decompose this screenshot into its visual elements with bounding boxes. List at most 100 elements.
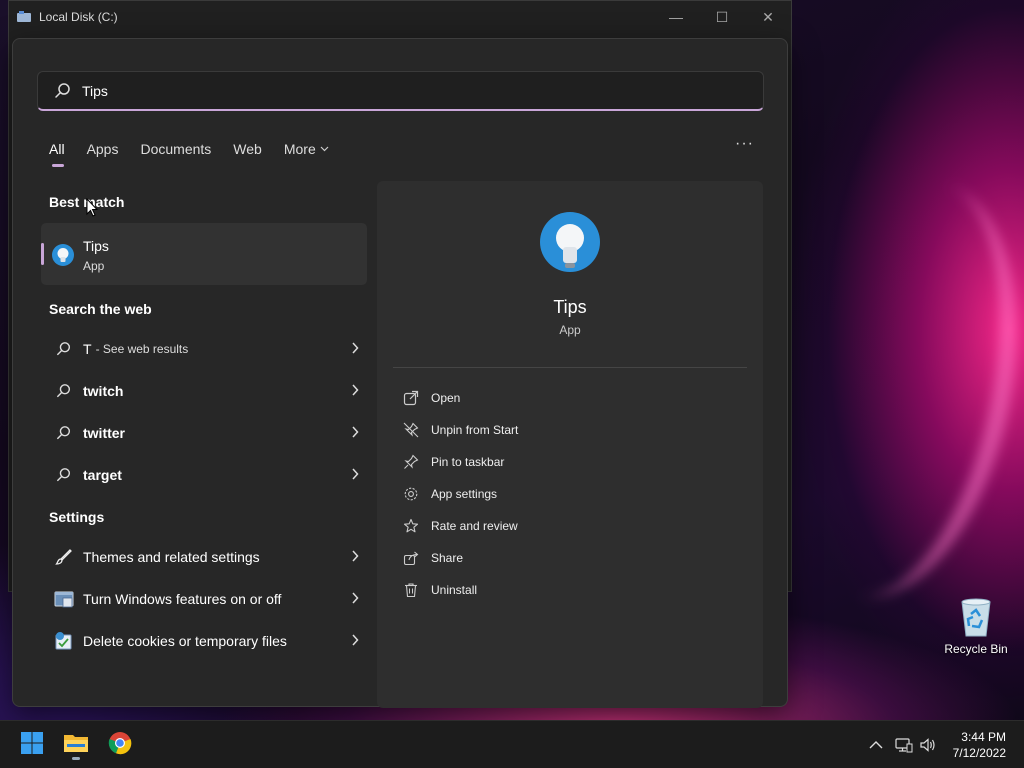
action-unpin-from-start[interactable]: Unpin from Start bbox=[403, 418, 518, 442]
search-icon bbox=[53, 380, 75, 402]
clock-time: 3:44 PM bbox=[961, 730, 1006, 744]
chevron-right-icon bbox=[351, 467, 359, 480]
tab-label: Web bbox=[233, 141, 262, 157]
maximize-button[interactable]: ☐ bbox=[699, 1, 745, 33]
more-options-icon[interactable]: ··· bbox=[735, 135, 754, 153]
best-match-tips[interactable]: Tips App bbox=[41, 223, 367, 285]
settings-result-label: Turn Windows features on or off bbox=[83, 591, 282, 607]
minimize-button[interactable]: — bbox=[653, 1, 699, 33]
search-input[interactable] bbox=[82, 82, 682, 99]
web-result-sub: - See web results bbox=[95, 342, 189, 356]
recycle-bin-icon bbox=[956, 596, 996, 638]
tab-label: Documents bbox=[140, 141, 212, 157]
preview-pane: Tips App Open Unpin from Start Pin to ta… bbox=[377, 181, 763, 708]
web-result-label: twitch bbox=[83, 383, 124, 399]
chevron-right-icon bbox=[351, 341, 359, 354]
settings-result-windows-features[interactable]: Turn Windows features on or off bbox=[49, 581, 367, 617]
share-icon bbox=[403, 550, 419, 566]
divider bbox=[393, 367, 747, 368]
file-explorer-icon bbox=[63, 732, 89, 759]
chevron-right-icon bbox=[351, 425, 359, 438]
recycle-bin[interactable]: Recycle Bin bbox=[940, 596, 1012, 656]
star-icon bbox=[403, 518, 419, 534]
chevron-right-icon bbox=[351, 633, 359, 646]
unpin-icon bbox=[403, 422, 419, 438]
tab-label: All bbox=[49, 141, 65, 157]
tips-lightbulb-icon bbox=[51, 243, 75, 267]
settings-heading: Settings bbox=[49, 509, 105, 525]
action-label: Unpin from Start bbox=[431, 423, 519, 437]
tab-label: Apps bbox=[86, 141, 119, 157]
taskbar-chrome[interactable] bbox=[104, 729, 136, 761]
action-app-settings[interactable]: App settings bbox=[403, 482, 497, 506]
tray-overflow-chevron[interactable] bbox=[866, 735, 886, 755]
trash-icon bbox=[403, 582, 419, 598]
chrome-icon bbox=[108, 731, 132, 760]
pin-icon bbox=[403, 454, 419, 470]
best-match-name: Tips bbox=[83, 238, 109, 254]
volume-icon[interactable] bbox=[918, 735, 938, 755]
search-web-heading: Search the web bbox=[49, 301, 152, 317]
selection-indicator bbox=[41, 243, 44, 265]
tab-label: More bbox=[283, 141, 316, 157]
tab-apps[interactable]: Apps bbox=[87, 137, 119, 161]
action-share[interactable]: Share bbox=[403, 546, 463, 570]
chevron-right-icon bbox=[351, 549, 359, 562]
start-search-panel: All Apps Documents Web More ··· Best mat… bbox=[12, 38, 788, 708]
chevron-right-icon bbox=[351, 383, 359, 396]
taskbar-file-explorer[interactable] bbox=[60, 729, 92, 761]
preview-app-name: Tips bbox=[553, 297, 587, 317]
web-result-twitter[interactable]: twitter bbox=[49, 415, 367, 451]
running-indicator bbox=[72, 757, 80, 760]
tab-web[interactable]: Web bbox=[233, 137, 262, 161]
network-icon[interactable] bbox=[894, 735, 914, 755]
start-button[interactable] bbox=[16, 729, 48, 761]
action-pin-to-taskbar[interactable]: Pin to taskbar bbox=[403, 450, 504, 474]
action-uninstall[interactable]: Uninstall bbox=[403, 578, 477, 602]
chevron-right-icon bbox=[351, 591, 359, 604]
action-label: Open bbox=[431, 391, 461, 405]
settings-result-themes[interactable]: Themes and related settings bbox=[49, 539, 367, 575]
web-result-label: T bbox=[83, 341, 92, 357]
action-label: Uninstall bbox=[431, 583, 478, 597]
web-result-label: twitter bbox=[83, 425, 125, 441]
internet-options-icon bbox=[53, 630, 75, 652]
search-icon bbox=[53, 338, 75, 360]
clock-date: 7/12/2022 bbox=[952, 746, 1006, 760]
window-controls: — ☐ ✕ bbox=[653, 1, 791, 33]
search-icon bbox=[54, 82, 72, 100]
open-icon bbox=[403, 390, 419, 406]
action-label: Share bbox=[431, 551, 464, 565]
search-icon bbox=[53, 422, 75, 444]
close-button[interactable]: ✕ bbox=[745, 1, 791, 33]
preview-app-type: App bbox=[559, 323, 581, 337]
tab-documents[interactable]: Documents bbox=[140, 137, 211, 161]
tab-all[interactable]: All bbox=[49, 137, 65, 167]
search-filter-tabs: All Apps Documents Web More bbox=[49, 137, 351, 167]
action-rate-and-review[interactable]: Rate and review bbox=[403, 514, 518, 538]
gear-icon bbox=[403, 486, 419, 502]
best-match-type: App bbox=[83, 259, 105, 273]
brush-icon bbox=[53, 546, 75, 568]
action-open[interactable]: Open bbox=[403, 386, 460, 410]
windows-features-icon bbox=[53, 588, 75, 610]
start-icon bbox=[20, 731, 44, 760]
chevron-down-icon bbox=[320, 144, 329, 155]
action-label: App settings bbox=[431, 487, 498, 501]
search-icon bbox=[53, 464, 75, 486]
action-label: Rate and review bbox=[431, 519, 518, 533]
search-box[interactable] bbox=[37, 71, 764, 111]
tips-lightbulb-icon bbox=[539, 211, 601, 277]
settings-result-label: Delete cookies or temporary files bbox=[83, 633, 287, 649]
recycle-bin-label: Recycle Bin bbox=[944, 642, 1008, 656]
web-result-twitch[interactable]: twitch bbox=[49, 373, 367, 409]
settings-result-label: Themes and related settings bbox=[83, 549, 260, 565]
drive-icon bbox=[17, 11, 31, 23]
web-result-target[interactable]: target bbox=[49, 457, 367, 493]
web-result-t[interactable]: T - See web results bbox=[49, 331, 367, 367]
explorer-title: Local Disk (C:) bbox=[39, 10, 118, 24]
settings-result-delete-cookies[interactable]: Delete cookies or temporary files bbox=[49, 623, 367, 659]
taskbar-clock[interactable]: 3:44 PM 7/12/2022 bbox=[953, 729, 1006, 761]
taskbar: 3:44 PM 7/12/2022 bbox=[0, 720, 1024, 768]
tab-more[interactable]: More bbox=[284, 137, 329, 161]
